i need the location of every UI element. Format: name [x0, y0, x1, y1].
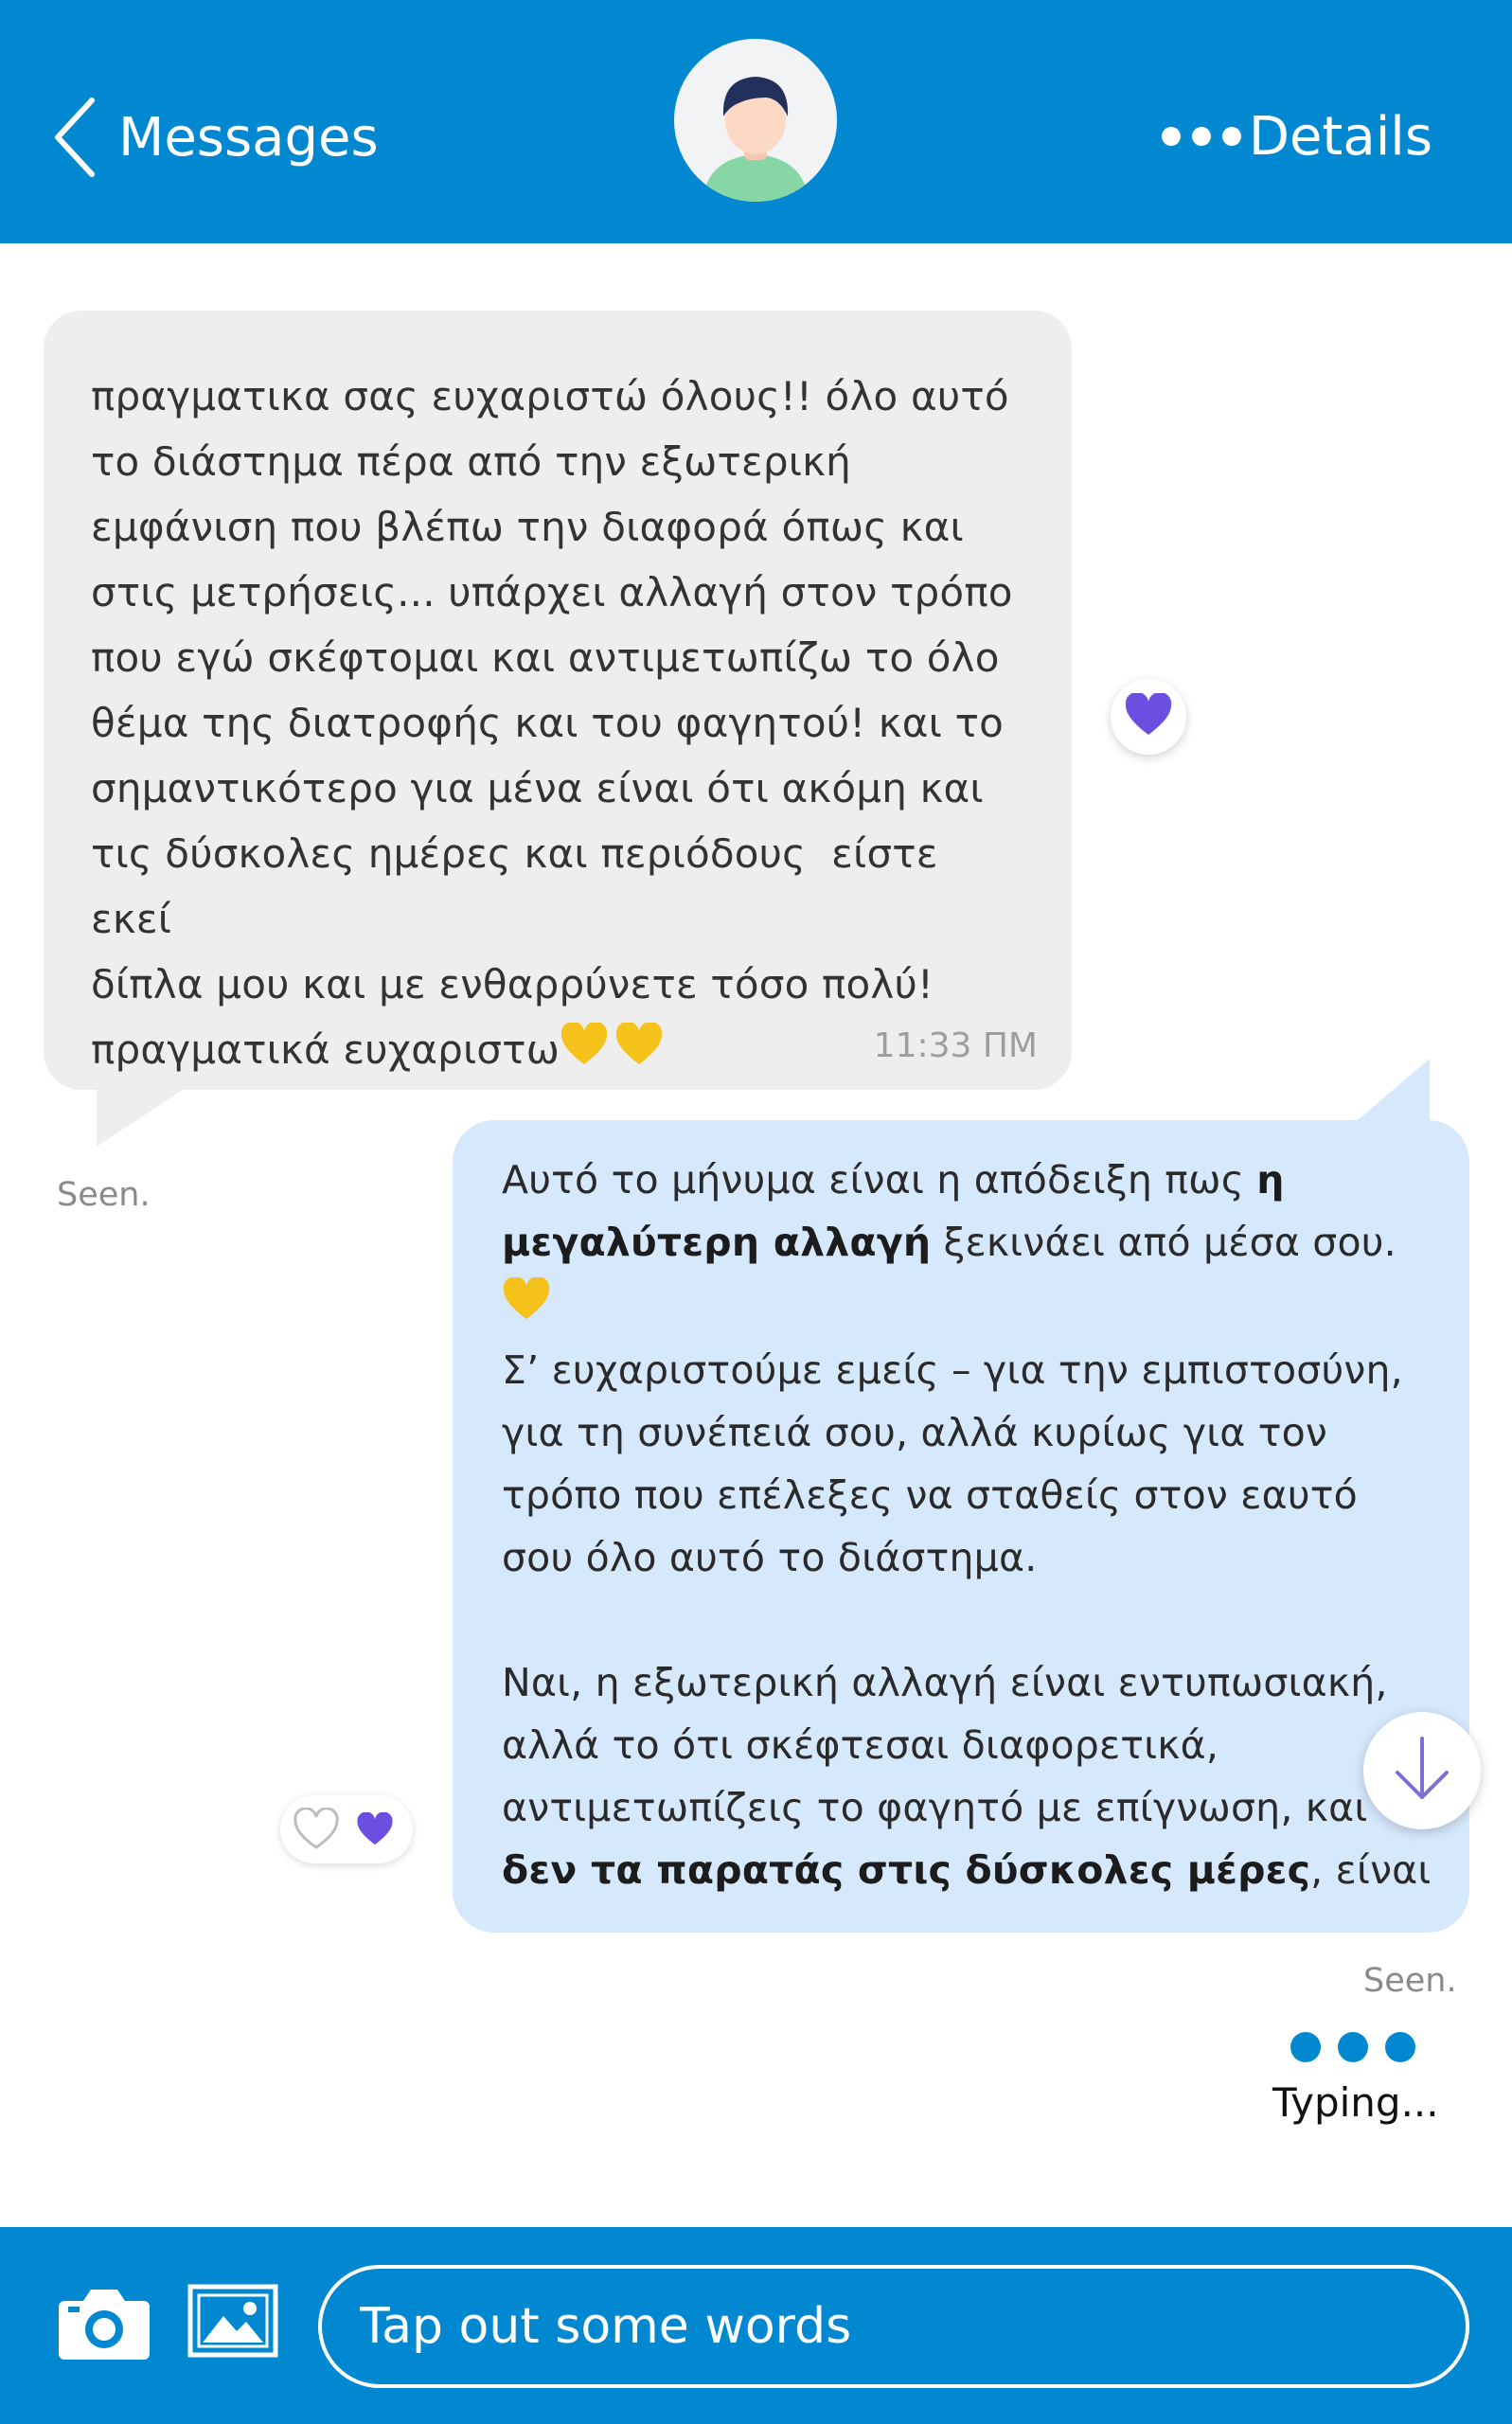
- image-icon: [187, 2284, 278, 2362]
- back-button[interactable]: Messages: [52, 95, 379, 180]
- typing-dots-icon: [1272, 2032, 1433, 2062]
- incoming-message-bubble[interactable]: πραγματικα σας ευχαριστώ όλους!! όλο αυτ…: [44, 311, 1072, 1090]
- details-button[interactable]: Details: [1161, 102, 1432, 170]
- yellow-heart-emoji: [502, 1275, 551, 1339]
- typing-label: Typing...: [1272, 2079, 1439, 2126]
- reaction-bar: [280, 1795, 413, 1863]
- more-dots-icon: [1161, 127, 1241, 146]
- purple-heart-icon: [1124, 691, 1173, 740]
- back-label: Messages: [118, 106, 379, 169]
- yellow-heart-emoji: [609, 1020, 664, 1085]
- user-avatar-icon: [674, 39, 837, 202]
- message-text: πραγματικα σας ευχαριστώ όλους!! όλο αυτ…: [91, 364, 1030, 1085]
- scroll-to-bottom-button[interactable]: [1363, 1712, 1481, 1829]
- reaction-badge[interactable]: [1111, 679, 1186, 755]
- heart-outline-icon[interactable]: [288, 1801, 345, 1858]
- outgoing-bubble-tail: [1352, 1059, 1430, 1125]
- yellow-heart-emoji: [560, 1020, 609, 1085]
- incoming-bubble-tail: [97, 1084, 191, 1147]
- image-button[interactable]: [187, 2284, 278, 2362]
- message-text: Αυτό το μήνυμα είναι η απόδειξη πως η με…: [502, 1157, 1432, 1893]
- purple-heart-icon: [356, 1812, 394, 1846]
- chevron-left-icon: [52, 97, 98, 178]
- seen-status: Seen.: [57, 1176, 151, 1214]
- avatar[interactable]: [674, 39, 837, 202]
- message-input[interactable]: [318, 2265, 1469, 2388]
- details-label: Details: [1248, 105, 1432, 168]
- chat-header: Messages Details: [0, 0, 1512, 243]
- camera-button[interactable]: [57, 2286, 151, 2365]
- camera-icon: [57, 2290, 151, 2365]
- message-timestamp: 11:33 ΠΜ: [873, 1026, 1038, 1065]
- message-composer: [0, 2227, 1512, 2424]
- typing-indicator: Typing...: [1272, 2032, 1439, 2126]
- arrow-down-icon: [1392, 1735, 1452, 1807]
- seen-status: Seen.: [1363, 1962, 1457, 2000]
- outgoing-message-bubble[interactable]: Αυτό το μήνυμα είναι η απόδειξη πως η με…: [453, 1120, 1469, 1933]
